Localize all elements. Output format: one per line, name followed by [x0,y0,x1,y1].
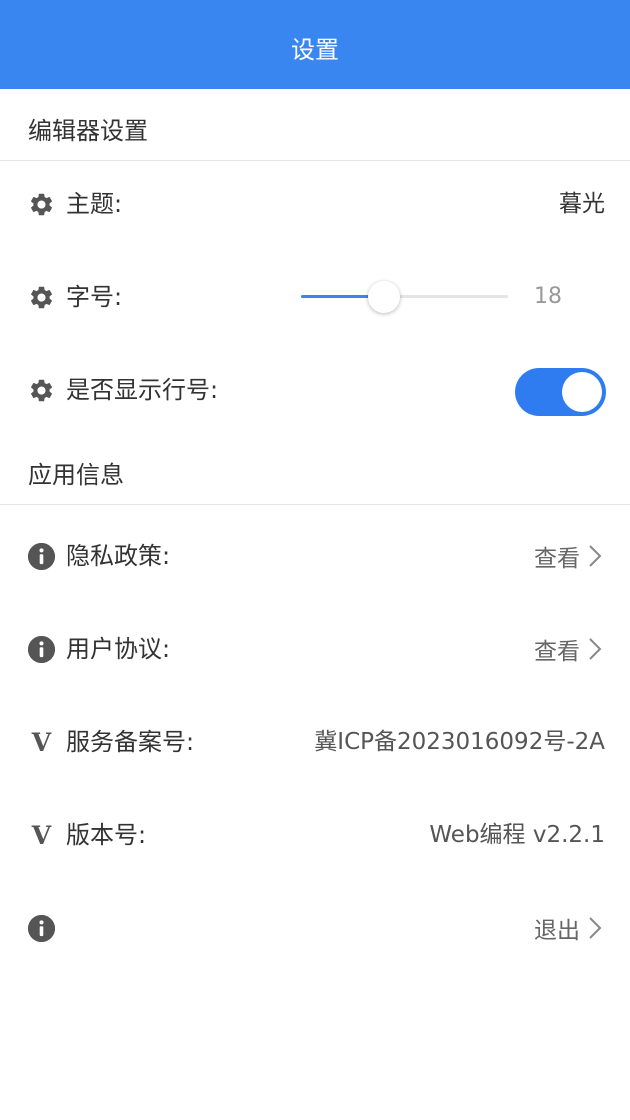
info-row-privacy[interactable]: 隐私政策: 查看 [0,526,630,586]
icp-label: 服务备案号: [66,728,195,756]
line-numbers-label: 是否显示行号: [66,376,219,404]
theme-label: 主题: [66,190,123,218]
agreement-view-link[interactable]: 查看 [534,631,602,667]
privacy-label: 隐私政策: [66,542,171,570]
chevron-right-icon [589,917,602,939]
page-title: 设置 [291,36,339,64]
icp-value[interactable]: 冀ICP备2023016092号-2A [314,724,605,760]
v-icon: V [31,728,52,757]
v-icon: V [31,821,52,850]
agreement-label: 用户协议: [66,635,171,663]
setting-row-theme[interactable]: 主题: 暮光 [0,174,630,234]
theme-value[interactable]: 暮光 [559,186,605,222]
chevron-right-icon [589,545,602,567]
agreement-view-text: 查看 [534,639,580,665]
chevron-right-icon [589,638,602,660]
info-icon [28,636,55,663]
setting-row-font-size: 字号: 18 [0,267,630,327]
toggle-knob [562,372,602,412]
info-icon [28,543,55,570]
section-header-app-info: 应用信息 [0,433,630,505]
section-title-editor: 编辑器设置 [28,117,148,145]
section-title-app-info: 应用信息 [28,461,124,489]
version-label: 版本号: [66,821,147,849]
logout-text: 退出 [534,918,580,944]
slider-thumb[interactable] [368,281,400,313]
setting-row-line-numbers: 是否显示行号: [0,360,630,420]
info-row-icp: V 服务备案号: 冀ICP备2023016092号-2A [0,712,630,772]
info-row-version: V 版本号: Web编程 v2.2.1 [0,805,630,865]
font-size-label: 字号: [66,283,123,311]
version-value: Web编程 v2.2.1 [429,822,605,848]
font-size-value: 18 [534,284,562,309]
app-header: 设置 [0,0,630,89]
info-icon [28,915,55,942]
info-row-logout[interactable]: 退出 [0,898,630,958]
privacy-view-link[interactable]: 查看 [534,538,602,574]
section-header-editor: 编辑器设置 [0,89,630,161]
font-size-slider[interactable] [301,281,508,313]
gear-icon [28,377,55,404]
info-row-agreement[interactable]: 用户协议: 查看 [0,619,630,679]
logout-button[interactable]: 退出 [534,910,602,946]
privacy-view-text: 查看 [534,546,580,572]
gear-icon [28,191,55,218]
line-numbers-toggle[interactable] [515,368,606,416]
gear-icon [28,284,55,311]
